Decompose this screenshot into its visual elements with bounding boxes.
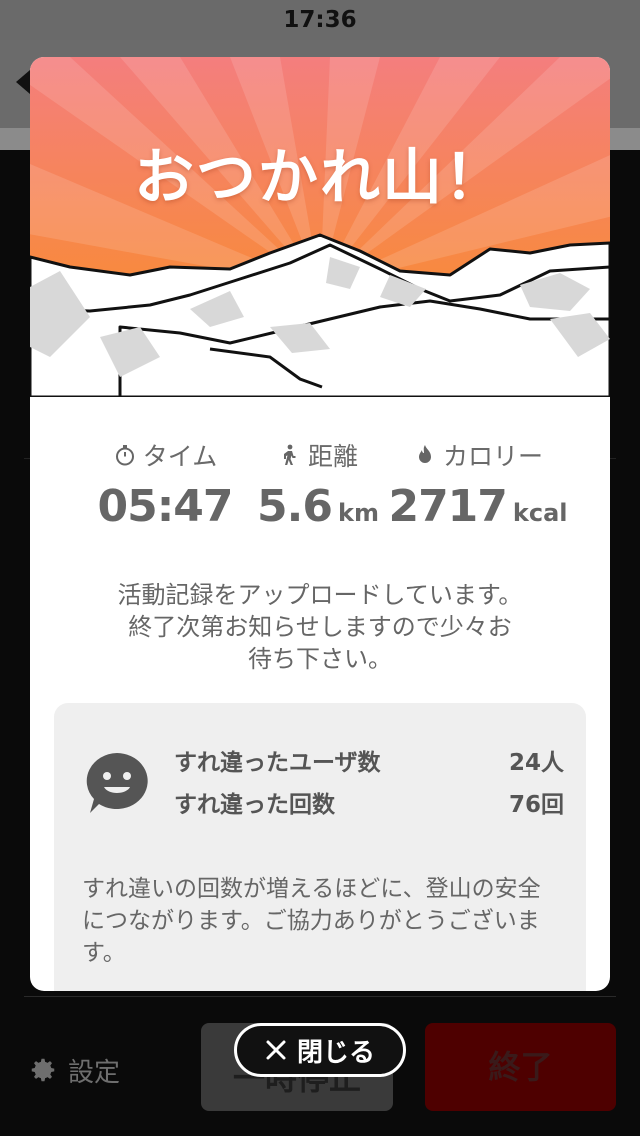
stat-calorie-unit: kcal <box>512 499 568 527</box>
flame-icon <box>418 445 431 463</box>
encounter-card: すれ違ったユーザ数 24人 すれ違った回数 76回 すれ違いの回数が増えるほどに… <box>54 703 586 991</box>
close-button[interactable]: 閉じる <box>234 1023 406 1077</box>
encounter-count-value: 76回 <box>508 792 564 818</box>
stopwatch-icon <box>115 445 134 466</box>
activity-stats: タイム 05:47 距離 5.6 km カロリー 2717 kcal <box>30 437 610 547</box>
encounter-users-row: すれ違ったユーザ数 24人 <box>174 743 564 777</box>
stat-calorie: カロリー 2717 kcal <box>378 437 578 532</box>
encounter-users-label: すれ違ったユーザ数 <box>174 750 381 776</box>
close-icon <box>266 1040 286 1060</box>
mountain-illustration <box>30 57 610 397</box>
encounter-count-label: すれ違った回数 <box>174 792 335 818</box>
back-arrow-icon[interactable] <box>16 70 30 94</box>
stat-distance: 距離 5.6 km <box>248 437 388 532</box>
stat-calorie-label: カロリー <box>442 442 543 471</box>
status-time: 17:36 <box>283 7 357 33</box>
background-divider <box>24 996 616 997</box>
settings-button[interactable]: 設定 <box>28 1050 120 1090</box>
gear-icon <box>31 1058 55 1082</box>
stat-time-value: 05:47 <box>97 481 233 532</box>
stat-distance-label: 距離 <box>307 442 358 471</box>
stat-calorie-value: 2717 <box>388 481 507 532</box>
close-label: 閉じる <box>296 1037 375 1068</box>
encounter-users-value: 24人 <box>508 750 564 776</box>
encounter-note: すれ違いの回数が増えるほどに、登山の安全につながります。ご協力ありがとうございま… <box>82 876 541 966</box>
smiley-chat-icon <box>86 753 148 813</box>
status-bar: 17:36 <box>0 0 640 40</box>
stat-distance-value: 5.6 <box>257 481 333 532</box>
modal-title: おつかれ山！ <box>134 143 506 213</box>
hiker-icon <box>283 444 296 465</box>
hero-banner: おつかれ山！ <box>30 57 610 397</box>
settings-label: 設定 <box>68 1057 121 1088</box>
upload-message: 活動記録をアップロードしています。 終了次第お知らせしますので少々お 待ち下さい… <box>117 581 523 673</box>
end-button[interactable]: 終了 <box>425 1023 616 1111</box>
completion-modal: おつかれ山！ タイム 05:47 距離 5.6 km カロリー 2717 kca… <box>30 57 610 991</box>
stat-time-label: タイム <box>142 442 218 471</box>
stat-time: タイム 05:47 <box>90 437 240 532</box>
encounter-count-row: すれ違った回数 76回 <box>174 785 564 819</box>
stat-distance-unit: km <box>337 499 379 527</box>
